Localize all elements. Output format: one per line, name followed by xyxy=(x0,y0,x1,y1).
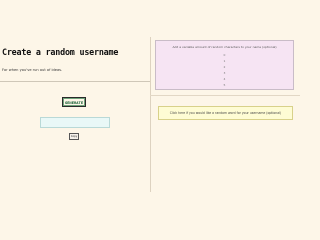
random-count-option[interactable]: 5 xyxy=(156,82,293,88)
right-section-divider xyxy=(150,95,300,96)
random-characters-panel: Add a variable amount of random characte… xyxy=(155,40,294,90)
page-subtitle: For when you've run out of ideas. xyxy=(2,68,63,72)
random-characters-heading: Add a variable amount of random characte… xyxy=(172,45,277,49)
page: Create a random username For when you've… xyxy=(0,0,300,200)
left-column: Create a random username For when you've… xyxy=(0,0,150,200)
random-word-toggle[interactable]: Click here if you would like a random wo… xyxy=(158,106,293,120)
username-output-field[interactable] xyxy=(40,117,110,128)
random-characters-options: 0 1 2 3 4 5 xyxy=(156,52,293,88)
generate-button[interactable]: GENERATE xyxy=(62,97,86,107)
copy-button[interactable]: Copy xyxy=(69,133,79,140)
column-divider xyxy=(150,37,151,192)
section-divider xyxy=(0,81,150,82)
page-title: Create a random username xyxy=(2,47,119,57)
